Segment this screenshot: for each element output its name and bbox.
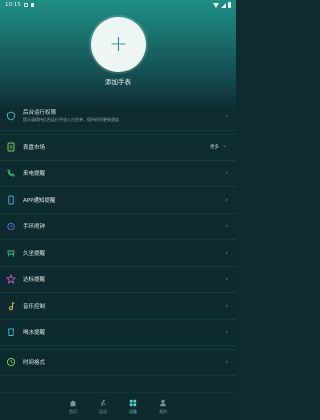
- grid-icon: [129, 399, 137, 406]
- row-label: 表盘市场: [23, 145, 46, 152]
- nav-item-profile[interactable]: 我的: [153, 399, 173, 415]
- list-item-drink-reminder[interactable]: 喝水提醒 ›: [0, 320, 236, 346]
- list-item-time-format[interactable]: 时间格式 ›: [0, 349, 236, 376]
- list-item-call-reminder[interactable]: 来电提醒 ›: [0, 161, 236, 187]
- battery-icon: [228, 2, 231, 8]
- nav-item-home[interactable]: 首页: [63, 399, 83, 415]
- plus-icon: +: [109, 31, 128, 57]
- row-label: 久坐提醒: [23, 250, 46, 257]
- list-item-app-notification[interactable]: APP通知提醒 ›: [0, 187, 236, 214]
- nav-label: 我的: [159, 408, 167, 414]
- chevron-right-icon: ›: [225, 275, 228, 284]
- row-label: 时间格式: [23, 360, 46, 367]
- more-link[interactable]: 更多: [210, 144, 219, 150]
- nav-item-sport[interactable]: 运动: [93, 399, 113, 415]
- nav-label: 首页: [69, 408, 77, 414]
- list-item-music-control[interactable]: 音乐控制 ›: [0, 293, 236, 320]
- chair-icon: [6, 248, 16, 258]
- music-note-icon: [6, 301, 16, 311]
- alarm-clock-icon: [6, 221, 16, 231]
- clock-icon: [6, 357, 16, 367]
- list-item-alarm[interactable]: 手环闹钟 ›: [0, 214, 236, 240]
- phone-icon: [6, 168, 16, 178]
- shield-icon: [6, 111, 16, 121]
- nav-label: 设备: [129, 408, 137, 414]
- row-label: APP通知提醒: [23, 197, 56, 204]
- list-item-goal-reminder[interactable]: 达标提醒 ›: [0, 267, 236, 293]
- cup-icon: [6, 327, 16, 337]
- notification-icon: [23, 3, 28, 7]
- chevron-right-icon: »: [222, 144, 226, 151]
- row-label: 来电提醒: [23, 171, 46, 178]
- row-label: 喝水提醒: [23, 330, 46, 337]
- signal-icon: [221, 2, 226, 8]
- add-watch-label: 添加手表: [105, 78, 131, 86]
- smartphone-icon: [6, 195, 16, 205]
- row-label: 音乐控制: [23, 303, 46, 310]
- watch-face-icon: [6, 142, 16, 152]
- chevron-right-icon: ›: [225, 248, 228, 257]
- running-icon: [100, 399, 106, 406]
- add-watch-button[interactable]: +: [91, 17, 146, 72]
- bottom-nav: 首页 运动 设备 我的: [0, 392, 236, 420]
- device-screen: 10:15 + 添加手表 后台运行权限 提示请保持后台运行并加入白名单，保持时间…: [0, 0, 236, 420]
- wifi-icon: [213, 2, 219, 8]
- row-label: 达标提醒: [23, 277, 46, 284]
- chevron-right-icon: ›: [225, 222, 228, 231]
- status-time: 10:15: [5, 2, 21, 8]
- chevron-right-icon: ›: [225, 111, 228, 120]
- list-item-background-permission[interactable]: 后台运行权限 提示请保持后台运行并加入白名单，保持时间更新速度 ›: [0, 101, 236, 131]
- home-icon: [69, 399, 77, 406]
- person-icon: [160, 399, 166, 406]
- chevron-right-icon: ›: [225, 301, 228, 310]
- star-icon: [6, 274, 16, 285]
- list-item-watch-face-market[interactable]: 表盘市场 更多 »: [0, 134, 236, 161]
- chevron-right-icon: ›: [225, 169, 228, 178]
- status-bar: 10:15: [0, 0, 236, 10]
- row-label: 后台运行权限: [23, 110, 57, 116]
- chevron-right-icon: ›: [225, 195, 228, 204]
- row-subtitle: 提示请保持后台运行并加入白名单，保持时间更新速度: [23, 117, 119, 122]
- nav-item-device[interactable]: 设备: [123, 399, 143, 415]
- list-item-sedentary-reminder[interactable]: 久坐提醒 ›: [0, 240, 236, 267]
- nav-label: 运动: [99, 408, 107, 414]
- chevron-right-icon: ›: [225, 328, 228, 337]
- row-label: 手环闹钟: [23, 224, 46, 231]
- flash-icon: [30, 3, 34, 7]
- settings-list: 后台运行权限 提示请保持后台运行并加入白名单，保持时间更新速度 › 表盘市场 更…: [0, 101, 236, 376]
- chevron-right-icon: ›: [225, 358, 228, 367]
